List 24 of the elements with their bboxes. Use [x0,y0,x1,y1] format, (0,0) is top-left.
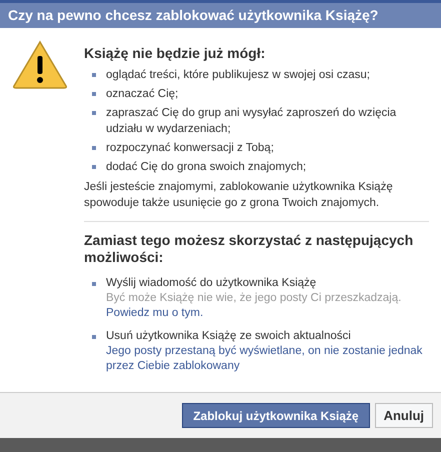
option-link[interactable]: Usuń użytkownika Książę ze swoich aktualności [106,329,429,344]
dialog-title: Czy na pewno chcesz zablokować użytkownika Książę? [8,6,378,25]
bullet-icon [92,165,96,169]
restriction-text: dodać Cię do grona swoich znajomych; [106,160,306,175]
restriction-text: oznaczać Cię; [106,87,178,102]
cancel-button[interactable]: Anuluj [374,403,433,428]
restriction-text: oglądać treści, które publikujesz w swojej osi czasu; [106,68,370,83]
tell-link[interactable]: Powiedz mu o tym. [106,306,402,321]
restriction-text: rozpoczynać konwersacji z Tobą; [106,141,274,156]
section-heading: Zamiast tego możesz skorzystać z następujących możliwości: [84,232,414,266]
bullet-icon [92,92,96,96]
warning-icon [12,40,68,90]
block-button[interactable]: Zablokuj użytkownika Książę [182,403,370,428]
restriction-text: zapraszać Cię do grup ani wysyłać zaproszeń do wzięcia udziału w wydarzeniach; [106,106,398,137]
option-link[interactable]: Wyślij wiadomość do użytkownika Książę [106,276,402,291]
option-description: Być może Książę nie wie, że jego posty Ci przeszkadzają. [106,291,402,306]
note-text: Jeśli jesteście znajomymi, zablokowanie użytkownika Książę spowoduje także usunięcie go z grona Twoich znajomych. [84,180,394,211]
bullet-icon [92,282,96,286]
bullet-icon [92,146,96,150]
bullet-icon [92,73,96,77]
option-description-link[interactable]: Jego posty przestaną być wyświetlane, on nie zostanie jednak przez Ciebie zablokowany [106,344,429,374]
bullet-icon [92,335,96,339]
bullet-icon [92,111,96,115]
section-heading: Książę nie będzie już mógł: [84,44,266,63]
